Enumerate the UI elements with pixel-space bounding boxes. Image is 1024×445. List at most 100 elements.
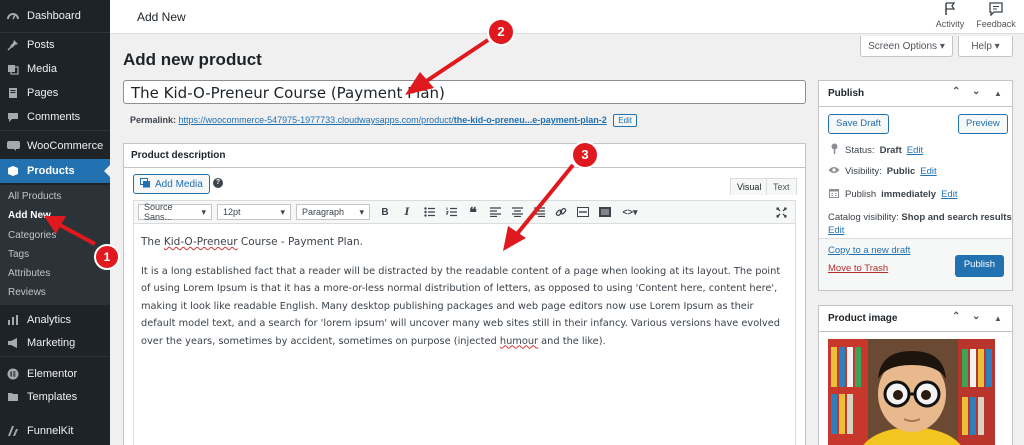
- copy-to-draft-link[interactable]: Copy to a new draft: [828, 245, 910, 256]
- preview-button[interactable]: Preview: [958, 114, 1008, 134]
- publish-header: Publish ⌃ ⌄ ▲: [819, 81, 1012, 107]
- funnelkit-icon: [6, 424, 20, 438]
- sidebar-item-posts[interactable]: Posts: [0, 33, 110, 57]
- editor-toolbar: Source Sans... ▾ 12pt ▾ Paragraph ▾ B I …: [133, 200, 796, 224]
- product-image-thumbnail[interactable]: [828, 339, 995, 445]
- toolbar-toggle-icon[interactable]: [598, 205, 612, 219]
- align-center-icon[interactable]: [510, 205, 524, 219]
- sidebar-item-templates[interactable]: Templates: [0, 385, 110, 409]
- submenu-item-tags[interactable]: Tags: [8, 249, 29, 260]
- content-paragraph: It is a long established fact that a rea…: [141, 263, 788, 351]
- collapse-triangle-icon[interactable]: ▲: [994, 314, 1002, 323]
- move-to-trash-link[interactable]: Move to Trash: [828, 263, 888, 274]
- sidebar-item-analytics[interactable]: Analytics: [0, 308, 110, 332]
- sidebar-item-marketing[interactable]: Marketing: [0, 331, 110, 355]
- submenu-item-categories[interactable]: Categories: [8, 230, 56, 241]
- pin-icon: [6, 38, 20, 52]
- sidebar-item-label: Dashboard: [27, 10, 81, 22]
- catalog-visibility-row: Catalog visibility: Shop and search resu…: [828, 212, 1012, 223]
- numbered-list-icon[interactable]: [444, 205, 458, 219]
- sidebar-item-products[interactable]: Products: [0, 159, 110, 183]
- sidebar-item-media[interactable]: Media: [0, 57, 110, 81]
- font-size-select[interactable]: 12pt ▾: [217, 204, 291, 220]
- submenu-item-all-products[interactable]: All Products: [8, 191, 61, 202]
- submenu-item-attributes[interactable]: Attributes: [8, 268, 50, 279]
- sidebar-item-elementor[interactable]: Elementor: [0, 362, 110, 386]
- blockquote-icon[interactable]: ❝: [466, 204, 480, 220]
- italic-icon[interactable]: I: [400, 205, 414, 219]
- product-title-input[interactable]: The Kid-O-Preneur Course (Payment Plan): [123, 80, 806, 104]
- products-icon: [6, 164, 20, 178]
- bullet-list-icon[interactable]: [422, 205, 436, 219]
- edit-status-link[interactable]: Edit: [907, 145, 923, 156]
- editor-content[interactable]: The Kid-O-Preneur Course - Payment Plan.…: [133, 224, 796, 445]
- publish-button[interactable]: Publish: [954, 255, 1004, 277]
- help-icon[interactable]: ?: [213, 178, 223, 188]
- product-image-header: Product image ⌃ ⌄ ▲: [819, 306, 1012, 332]
- sidebar-item-funnelkit[interactable]: FunnelKit: [0, 419, 110, 443]
- product-description-header: Product description: [124, 144, 805, 168]
- chevron-up-icon[interactable]: ⌃: [952, 311, 960, 322]
- link-icon[interactable]: [554, 205, 568, 219]
- visibility-value: Public: [886, 166, 916, 177]
- page-title: Add new product: [123, 50, 262, 69]
- chevron-down-icon[interactable]: ⌄: [972, 86, 980, 97]
- activity-label: Activity: [935, 19, 965, 29]
- edit-slug-button[interactable]: Edit: [613, 114, 638, 127]
- fullscreen-icon[interactable]: [774, 205, 788, 219]
- publish-box: Publish ⌃ ⌄ ▲ Save Draft Preview Status:…: [818, 80, 1013, 291]
- woocommerce-icon: [6, 139, 20, 153]
- publish-date-row: Publish immediately Edit: [828, 188, 957, 201]
- add-media-button[interactable]: Add Media: [133, 174, 210, 194]
- menu-separator: [0, 130, 110, 131]
- permalink-prefix: https://woocommerce-547975-1977733.cloud…: [178, 115, 454, 125]
- save-draft-button[interactable]: Save Draft: [828, 114, 889, 134]
- submenu-item-reviews[interactable]: Reviews: [8, 287, 46, 298]
- font-family-select[interactable]: Source Sans... ▾: [138, 202, 212, 222]
- content-first-line: The Kid-O-Preneur Course - Payment Plan.: [141, 234, 788, 252]
- horizontal-rule-icon[interactable]: [576, 205, 590, 219]
- comment-icon: [6, 110, 20, 124]
- feedback-button[interactable]: Feedback: [976, 2, 1016, 29]
- product-description-box: Product description Add Media ? Visual T…: [123, 143, 806, 445]
- format-select[interactable]: Paragraph ▾: [296, 204, 370, 220]
- screen-options-button[interactable]: Screen Options ▾: [860, 36, 953, 57]
- spellcheck-word: Kid-O-Preneur: [163, 236, 238, 248]
- add-media-label: Add Media: [155, 178, 203, 190]
- pin-icon: [828, 143, 840, 157]
- bold-icon[interactable]: B: [378, 205, 392, 219]
- publish-actions: Copy to a new draft Move to Trash Publis…: [819, 238, 1012, 290]
- sidebar-item-pages[interactable]: Pages: [0, 81, 110, 105]
- sidebar-item-dashboard[interactable]: Dashboard: [0, 4, 110, 28]
- text-run: and the like).: [538, 335, 606, 347]
- edit-catalog-visibility-link[interactable]: Edit: [828, 225, 844, 236]
- submenu-item-add-new[interactable]: Add New: [8, 210, 51, 221]
- align-left-icon[interactable]: [488, 205, 502, 219]
- sidebar-item-comments[interactable]: Comments: [0, 105, 110, 129]
- font-size-value: 12pt: [223, 207, 241, 217]
- tab-text[interactable]: Text: [766, 178, 797, 195]
- bar-chart-icon: [6, 313, 20, 327]
- help-button[interactable]: Help ▾: [958, 36, 1013, 57]
- chevron-up-icon[interactable]: ⌃: [952, 86, 960, 97]
- tab-visual[interactable]: Visual: [730, 178, 769, 195]
- activity-button[interactable]: Activity: [930, 2, 970, 29]
- permalink-slug: the-kid-o-preneu...e-payment-plan-2: [453, 115, 607, 125]
- feedback-icon: [976, 2, 1016, 19]
- status-label: Status:: [845, 144, 875, 156]
- code-icon[interactable]: <>▾: [620, 205, 640, 219]
- sidebar-item-woocommerce[interactable]: WooCommerce: [0, 134, 110, 158]
- edit-visibility-link[interactable]: Edit: [920, 166, 936, 177]
- status-value: Draft: [879, 144, 902, 156]
- text-run: It is a long established fact that a rea…: [141, 265, 781, 347]
- sidebar-item-label: Elementor: [27, 368, 78, 380]
- sidebar-item-label: WooCommerce: [27, 140, 104, 152]
- publish-date-value: immediately: [881, 189, 937, 200]
- align-right-icon[interactable]: [532, 205, 546, 219]
- collapse-triangle-icon[interactable]: ▲: [994, 89, 1002, 98]
- edit-publish-date-link[interactable]: Edit: [941, 189, 957, 200]
- product-image-title: Product image: [828, 313, 898, 324]
- chevron-down-icon[interactable]: ⌄: [972, 311, 980, 322]
- permalink-link[interactable]: https://woocommerce-547975-1977733.cloud…: [179, 115, 607, 125]
- header-title: Add New: [137, 10, 186, 24]
